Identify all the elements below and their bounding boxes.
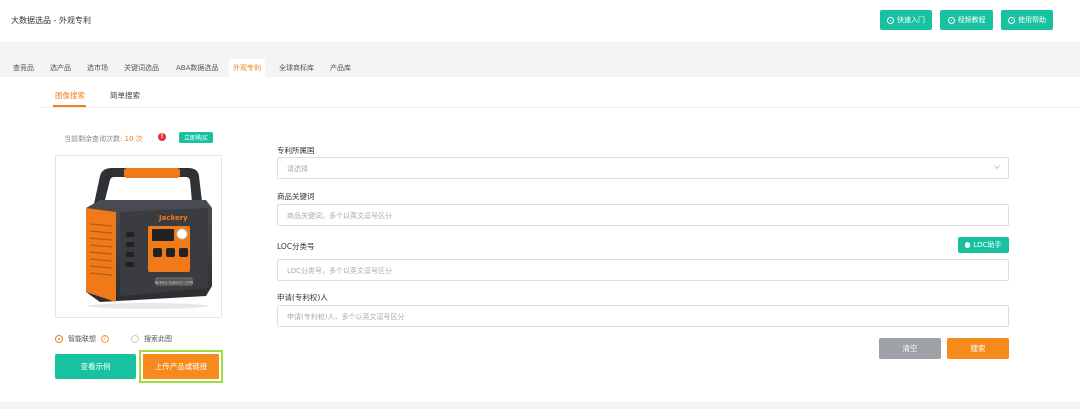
country-label: 专利所属国 <box>277 146 315 155</box>
mode-image-option[interactable]: 搜索此图 <box>131 334 172 344</box>
top-bar: 大数据选品 - 外观专利 快速入门 视频教程 使用帮助 <box>0 0 1080 42</box>
help-circle-icon[interactable]: ? <box>101 335 109 343</box>
upload-product-button[interactable]: 上传产品或链接 <box>143 354 219 379</box>
loc-input[interactable]: LOC分类号，多个以英文逗号区分 <box>277 259 1009 281</box>
view-example-button[interactable]: 查看示例 <box>55 354 136 379</box>
bulb-icon <box>965 242 971 248</box>
subtab-simple-search[interactable]: 简单搜索 <box>110 90 140 101</box>
loc-placeholder: LOC分类号，多个以英文逗号区分 <box>287 267 393 275</box>
help-button[interactable]: 使用帮助 <box>1001 10 1053 30</box>
chevron-down-icon <box>994 165 1000 170</box>
question-icon <box>1008 16 1015 24</box>
subtab-divider <box>40 107 1080 108</box>
main-panel: 图像搜索 简单搜索 当前剩余查询次数: 10 次 ! 立即购买 Jackery … <box>0 77 1080 402</box>
keyword-placeholder: 商品关键词，多个以英文逗号区分 <box>287 212 392 220</box>
quota-prefix: 当前剩余查询次数: <box>64 135 123 143</box>
clear-button[interactable]: 清空 <box>879 338 941 359</box>
radio-image[interactable] <box>131 335 139 343</box>
page-title: 大数据选品 - 外观专利 <box>11 16 91 25</box>
keyword-label: 商品关键词 <box>277 192 315 201</box>
keyword-input[interactable]: 商品关键词，多个以英文逗号区分 <box>277 204 1009 226</box>
tab-select-market[interactable]: 选市场 <box>83 59 112 77</box>
quick-start-button[interactable]: 快速入门 <box>880 10 932 30</box>
tab-aba[interactable]: ABA数据选品 <box>172 59 222 77</box>
radio-smart[interactable] <box>55 335 63 343</box>
tab-design-patent[interactable]: 外观专利 <box>229 59 265 77</box>
quota-count: 10 次 <box>124 135 143 143</box>
svg-text:Jackery: Jackery <box>158 214 188 222</box>
subtab-image-search[interactable]: 图像搜索 <box>55 90 85 101</box>
quick-start-label: 快速入门 <box>897 16 925 24</box>
loc-helper-label: LOC助手 <box>973 241 1002 249</box>
tab-competitor[interactable]: 查竞品 <box>9 59 38 77</box>
country-select[interactable]: 请选择 <box>277 157 1009 179</box>
product-image: Jackery Jackery Explorer 1000 <box>86 168 212 309</box>
loc-label: LOC分类号 <box>277 242 315 251</box>
loc-helper-button[interactable]: LOC助手 <box>958 237 1009 253</box>
country-placeholder: 请选择 <box>287 165 308 173</box>
buy-now-button[interactable]: 立即购买 <box>179 132 213 143</box>
tab-select-product[interactable]: 选产品 <box>46 59 75 77</box>
mode-smart-option[interactable]: 智能联想 ? <box>55 334 109 344</box>
tab-trademark[interactable]: 全球商标库 <box>275 59 318 77</box>
applicant-input[interactable]: 申请(专利权)人，多个以英文逗号区分 <box>277 305 1009 327</box>
video-tutorial-button[interactable]: 视频教程 <box>940 10 993 30</box>
compass-icon <box>887 16 894 24</box>
mode-image-label: 搜索此图 <box>144 335 172 343</box>
tab-keyword[interactable]: 关键词选品 <box>120 59 163 77</box>
product-image-box: Jackery Jackery Explorer 1000 <box>55 155 222 318</box>
play-icon <box>947 16 955 24</box>
help-label: 使用帮助 <box>1018 16 1046 24</box>
main-tabs: 查竞品 选产品 选市场 关键词选品 ABA数据选品 外观专利 全球商标库 产品库 <box>0 59 1080 77</box>
video-tutorial-label: 视频教程 <box>957 16 986 24</box>
warning-icon: ! <box>158 133 166 141</box>
applicant-label: 申请(专利权)人 <box>277 293 328 302</box>
quota-text: 当前剩余查询次数: 10 次 <box>64 134 143 144</box>
applicant-placeholder: 申请(专利权)人，多个以英文逗号区分 <box>287 313 405 321</box>
search-button[interactable]: 搜索 <box>947 338 1009 359</box>
mode-smart-label: 智能联想 <box>68 335 96 343</box>
product-model-text: Jackery Explorer 1000 <box>154 281 193 285</box>
upload-highlight-frame: 上传产品或链接 <box>139 350 223 383</box>
tab-product-library[interactable]: 产品库 <box>326 59 355 77</box>
